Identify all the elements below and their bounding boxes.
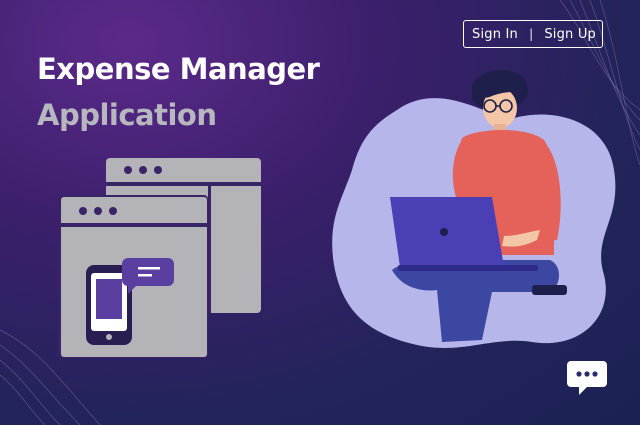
auth-separator: | [529,27,534,41]
chat-bubble-dots-icon[interactable] [565,355,609,399]
sign-up-button[interactable]: Sign Up [544,27,596,42]
page-subtitle: Application [37,98,217,132]
app-windows-illustration [58,158,261,358]
sign-in-button[interactable]: Sign In [472,27,518,42]
person-with-laptop-illustration [332,70,616,348]
auth-bar: Sign In | Sign Up [463,20,603,48]
page-title: Expense Manager [37,52,320,86]
